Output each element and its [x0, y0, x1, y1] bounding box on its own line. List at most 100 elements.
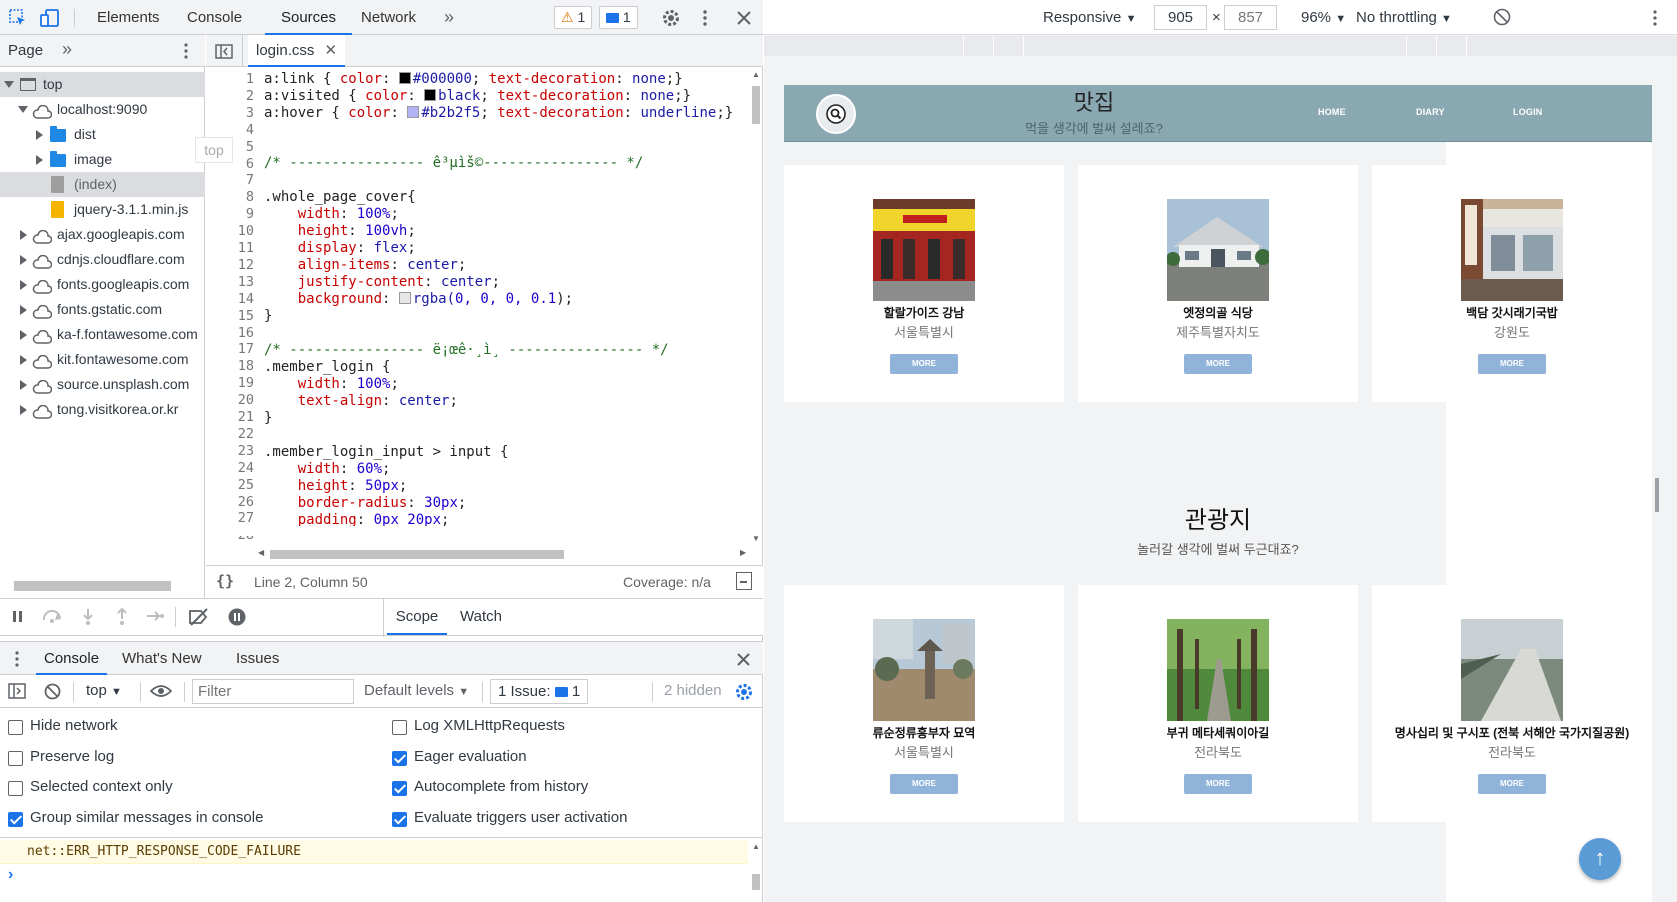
clear-console-icon[interactable] — [44, 683, 61, 703]
console-prompt-icon[interactable]: › — [8, 866, 13, 884]
restaurant-photo[interactable] — [873, 199, 975, 301]
kebab-menu-icon[interactable] — [698, 7, 712, 29]
collapse-arrow-icon[interactable] — [36, 155, 43, 165]
line-number[interactable]: 12 — [206, 257, 254, 273]
tree-item-jquery[interactable]: jquery-3.1.1.min.js — [0, 197, 205, 222]
step-icon[interactable] — [146, 609, 164, 626]
drawer-tab-issues[interactable]: Issues — [236, 642, 279, 675]
collapse-arrow-icon[interactable] — [20, 255, 27, 265]
line-number[interactable]: 1 — [206, 71, 254, 87]
color-swatch[interactable] — [424, 89, 437, 101]
log-xhr-checkbox[interactable] — [392, 720, 407, 735]
color-swatch[interactable] — [398, 292, 411, 304]
attraction-photo[interactable] — [1461, 619, 1563, 721]
toggle-navigator-icon[interactable] — [214, 42, 234, 60]
pause-on-exceptions-icon[interactable] — [228, 608, 246, 629]
drawer-tab-console[interactable]: Console — [36, 642, 108, 675]
device-toolbar-icon[interactable] — [40, 7, 60, 29]
tab-network[interactable]: Network — [361, 0, 416, 35]
scrollbar-thumb[interactable] — [14, 581, 171, 591]
tree-item-domain[interactable]: ajax.googleapis.com — [0, 222, 205, 247]
scroll-right-icon[interactable]: ▶ — [740, 548, 746, 557]
tree-item-localhost[interactable]: localhost:9090 — [0, 97, 205, 122]
tab-watch[interactable]: Watch — [460, 599, 502, 635]
tree-item-image[interactable]: image — [0, 147, 205, 172]
step-out-icon[interactable] — [116, 607, 128, 628]
log-levels-dropdown[interactable]: Default levels ▼ — [364, 682, 469, 699]
expand-arrow-icon[interactable] — [4, 81, 14, 88]
editor-horizontal-scrollbar[interactable]: ◀ ▶ — [258, 548, 748, 560]
tree-item-domain[interactable]: fonts.gstatic.com — [0, 297, 205, 322]
tree-item-domain[interactable]: fonts.googleapis.com — [0, 272, 205, 297]
line-number[interactable]: 2 — [206, 88, 254, 104]
line-number[interactable]: 19 — [206, 375, 254, 391]
collapse-arrow-icon[interactable] — [20, 280, 27, 290]
group-similar-checkbox[interactable] — [8, 812, 23, 827]
deactivate-breakpoints-icon[interactable] — [188, 607, 210, 630]
line-number[interactable]: 20 — [206, 392, 254, 408]
more-button[interactable]: MORE — [1184, 354, 1252, 374]
device-mode-dropdown[interactable]: Responsive ▼ — [1043, 9, 1136, 26]
console-filter-input[interactable] — [192, 679, 354, 704]
line-number[interactable]: 3 — [206, 105, 254, 121]
scroll-up-icon[interactable]: ▲ — [752, 70, 760, 79]
settings-gear-icon[interactable] — [660, 7, 682, 29]
tree-item-domain[interactable]: ka-f.fontawesome.com — [0, 322, 205, 347]
messages-badge[interactable]: 1 — [599, 6, 638, 29]
collapse-arrow-icon[interactable] — [20, 305, 27, 315]
line-number[interactable]: 24 — [206, 460, 254, 476]
color-swatch[interactable] — [398, 72, 411, 84]
line-number[interactable]: 17 — [206, 341, 254, 357]
line-number[interactable]: 18 — [206, 358, 254, 374]
line-number[interactable]: 25 — [206, 477, 254, 493]
scroll-down-icon[interactable]: ▼ — [752, 534, 760, 543]
scroll-to-top-button[interactable]: ↑ — [1579, 838, 1621, 880]
drawer-menu-icon[interactable] — [12, 650, 22, 668]
close-devtools-icon[interactable] — [734, 8, 754, 28]
scrollbar-thumb[interactable] — [270, 550, 564, 559]
device-menu-icon[interactable] — [1650, 9, 1660, 27]
restaurant-photo[interactable] — [1167, 199, 1269, 301]
line-number[interactable]: 22 — [206, 426, 254, 442]
selected-context-checkbox[interactable] — [8, 781, 23, 796]
context-selector[interactable]: top ▼ — [86, 682, 122, 699]
color-swatch[interactable] — [407, 106, 420, 118]
collapse-arrow-icon[interactable] — [20, 355, 27, 365]
collapse-arrow-icon[interactable] — [20, 380, 27, 390]
line-number[interactable]: 8 — [206, 189, 254, 205]
line-number[interactable]: 7 — [206, 172, 254, 188]
line-number[interactable]: 14 — [206, 291, 254, 307]
navigator-more-icon[interactable]: » — [62, 39, 72, 60]
viewport-width-input[interactable]: 905 — [1154, 5, 1207, 30]
show-sidebar-icon[interactable] — [8, 683, 26, 702]
tree-item-domain[interactable]: cdnjs.cloudflare.com — [0, 247, 205, 272]
editor-vertical-scrollbar[interactable]: ▲ ▼ — [749, 68, 763, 545]
step-over-icon[interactable] — [42, 609, 64, 626]
collapse-arrow-icon[interactable] — [20, 230, 27, 240]
nav-login-link[interactable]: LOGIN — [1513, 107, 1543, 117]
line-number[interactable]: 26 — [206, 494, 254, 510]
line-number[interactable]: 21 — [206, 409, 254, 425]
coverage-icon[interactable] — [736, 572, 752, 590]
more-button[interactable]: MORE — [1184, 774, 1252, 794]
code-area[interactable]: 1 2 3 4 5 6 7 8 9 10 11 12 13 14 15 16 17 18 19 20 21 22 23 24 2… — [206, 68, 751, 558]
tree-item-domain[interactable]: tong.visitkorea.or.kr — [0, 397, 205, 422]
close-tab-icon[interactable]: ✕ — [325, 42, 338, 59]
tree-item-index[interactable]: (index) — [0, 172, 205, 197]
scroll-up-icon[interactable]: ▲ — [752, 842, 760, 851]
more-tabs-icon[interactable]: » — [444, 0, 454, 35]
scroll-left-icon[interactable]: ◀ — [258, 548, 264, 557]
more-button[interactable]: MORE — [1478, 354, 1546, 374]
restaurant-photo[interactable] — [1461, 199, 1563, 301]
live-expression-eye-icon[interactable] — [149, 684, 173, 701]
line-number[interactable]: 15 — [206, 308, 254, 324]
more-button[interactable]: MORE — [1478, 774, 1546, 794]
line-number[interactable]: 9 — [206, 206, 254, 222]
expand-arrow-icon[interactable] — [18, 106, 28, 113]
more-button[interactable]: MORE — [890, 774, 958, 794]
tree-item-domain[interactable]: kit.fontawesome.com — [0, 347, 205, 372]
collapse-arrow-icon[interactable] — [36, 130, 43, 140]
line-number[interactable]: 16 — [206, 325, 254, 341]
evaluate-triggers-checkbox[interactable] — [392, 812, 407, 827]
attraction-photo[interactable] — [873, 619, 975, 721]
